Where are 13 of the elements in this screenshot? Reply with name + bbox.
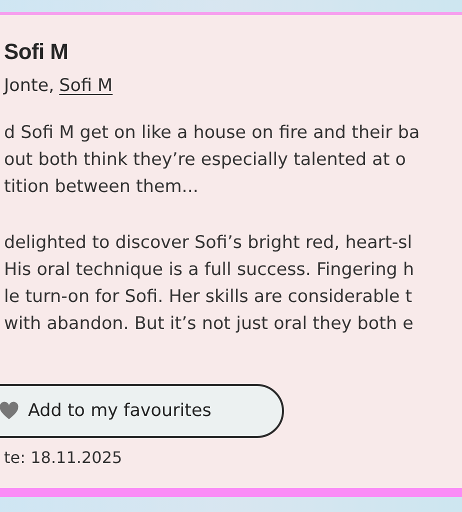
description-line: d Sofi M get on like a house on fire and their ba — [4, 122, 421, 145]
heart-icon — [0, 400, 20, 422]
description-line: His oral technique is a full success. Fingering h — [4, 259, 416, 282]
description-line: with abandon. But it’s not just oral they both e — [4, 313, 414, 336]
description-line: delighted to discover Sofi’s bright red, heart-sl — [4, 232, 414, 255]
release-date: te: 18.11.2025 — [4, 448, 124, 468]
description-line: out both think they’re especially talented at o — [4, 149, 408, 172]
description-line: le turn-on for Sofi. Her skills are considerable t — [4, 286, 414, 309]
add-favourite-button[interactable]: Add to my favourites — [0, 384, 284, 438]
credits-label: Jonte, — [4, 75, 54, 98]
performer-link[interactable]: Sofi M — [59, 74, 113, 98]
description-line: tition between them... — [4, 176, 200, 199]
performer-name: Sofi M — [4, 39, 70, 65]
